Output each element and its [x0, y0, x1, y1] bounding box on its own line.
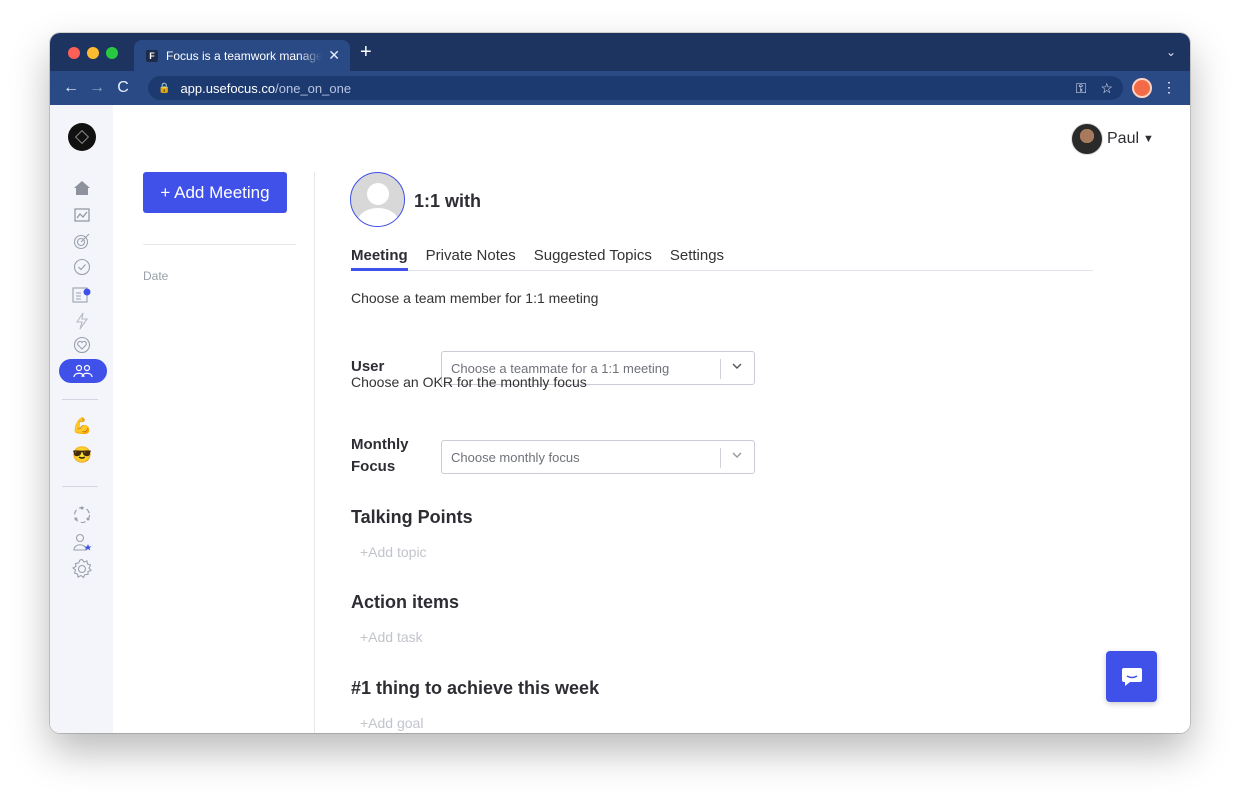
url-host: app.usefocus.co [180, 80, 276, 96]
favicon-icon: F [146, 49, 158, 62]
monthly-focus-select[interactable]: Choose monthly focus [441, 440, 755, 474]
home-icon[interactable] [70, 178, 94, 198]
chat-icon [1121, 667, 1142, 686]
user-menu[interactable]: Paul ▼ [1071, 123, 1154, 155]
column-divider [314, 172, 315, 733]
tab-suggested-topics[interactable]: Suggested Topics [534, 247, 652, 271]
gear-icon[interactable] [70, 558, 94, 579]
sidebar: 💪 😎 [50, 105, 113, 733]
lightning-icon[interactable] [70, 311, 94, 331]
user-name: Paul [1107, 130, 1140, 147]
tab-meeting[interactable]: Meeting [351, 247, 408, 271]
feed-icon[interactable] [70, 285, 94, 305]
team-icon[interactable] [59, 359, 107, 383]
key-icon[interactable]: ⚿ [1076, 80, 1087, 97]
org-icon[interactable] [70, 505, 94, 525]
page-title: 1:1 with [414, 191, 482, 211]
browser-menu-icon[interactable]: ⋮ [1162, 79, 1176, 96]
monthly-focus-label: Monthly Focus [351, 434, 409, 478]
person-star-icon[interactable] [70, 532, 94, 552]
browser-tab[interactable]: F Focus is a teamwork management ✕ [134, 40, 350, 71]
tab-title: Focus is a teamwork management [166, 48, 323, 63]
left-panel-divider [143, 244, 296, 245]
browser-toolbar: ← → C 🔒 app.usefocus.co /one_on_one ⚿ ☆ … [50, 71, 1190, 105]
focus-logo-icon[interactable] [68, 123, 96, 151]
member-prompt: Choose a team member for 1:1 meeting [351, 290, 599, 306]
browser-window: F Focus is a teamwork management ✕ + ⌄ ←… [50, 33, 1190, 733]
avatar-head [367, 183, 389, 205]
close-tab-icon[interactable]: ✕ [328, 47, 340, 64]
tab-search-chevron-icon[interactable]: ⌄ [1166, 45, 1176, 59]
app-page: 💪 😎 Paul ▼ + Add Meeting Date 1:1 with M… [50, 105, 1190, 733]
chevron-down-icon [732, 452, 742, 458]
okr-prompt: Choose an OKR for the monthly focus [351, 374, 587, 390]
select-separator [720, 359, 721, 379]
avatar-body [357, 208, 399, 226]
back-arrow-icon[interactable]: ← [58, 79, 84, 97]
sidebar-divider [62, 399, 98, 400]
date-label: Date [143, 269, 169, 283]
monthly-label-line1: Monthly [351, 436, 409, 453]
new-tab-button[interactable]: + [360, 42, 372, 62]
url-path: /one_on_one [275, 80, 352, 96]
check-circle-icon[interactable] [70, 257, 94, 277]
tab-private-notes[interactable]: Private Notes [426, 247, 516, 271]
monthly-focus-placeholder: Choose monthly focus [451, 449, 580, 465]
target-icon[interactable] [70, 231, 94, 251]
bookmark-star-icon[interactable]: ☆ [1100, 80, 1113, 97]
minimize-window-button[interactable] [87, 47, 99, 59]
meeting-tabs: Meeting Private Notes Suggested Topics S… [351, 247, 1093, 271]
reload-icon[interactable]: C [110, 79, 136, 97]
forward-arrow-icon[interactable]: → [84, 79, 110, 97]
maximize-window-button[interactable] [106, 47, 118, 59]
chat-button[interactable] [1106, 651, 1157, 702]
monthly-label-line2: Focus [351, 458, 396, 475]
talking-points-title: Talking Points [351, 507, 473, 527]
heart-icon[interactable] [70, 335, 94, 355]
add-topic-link[interactable]: +Add topic [360, 544, 427, 560]
add-task-link[interactable]: +Add task [360, 629, 423, 645]
lock-icon: 🔒 [158, 82, 171, 94]
tab-strip: F Focus is a teamwork management ✕ + ⌄ [50, 33, 1190, 71]
chevron-down-icon [732, 363, 742, 369]
tab-settings[interactable]: Settings [670, 247, 724, 271]
add-goal-link[interactable]: +Add goal [360, 715, 423, 731]
member-avatar[interactable] [350, 172, 405, 227]
user-avatar [1071, 123, 1103, 155]
close-window-button[interactable] [68, 47, 80, 59]
profile-avatar-icon[interactable] [1132, 78, 1152, 98]
sunglasses-icon[interactable]: 😎 [70, 445, 94, 465]
sidebar-divider [62, 486, 98, 487]
flexed-bicep-icon[interactable]: 💪 [70, 416, 94, 436]
select-separator [720, 448, 721, 468]
action-items-title: Action items [351, 592, 460, 612]
caret-down-icon: ▼ [1143, 133, 1154, 145]
goal-title: #1 thing to achieve this week [351, 678, 600, 698]
add-meeting-button[interactable]: + Add Meeting [143, 172, 287, 213]
address-bar[interactable]: 🔒 app.usefocus.co /one_on_one ⚿ ☆ [148, 76, 1123, 100]
chart-icon[interactable] [70, 205, 94, 225]
